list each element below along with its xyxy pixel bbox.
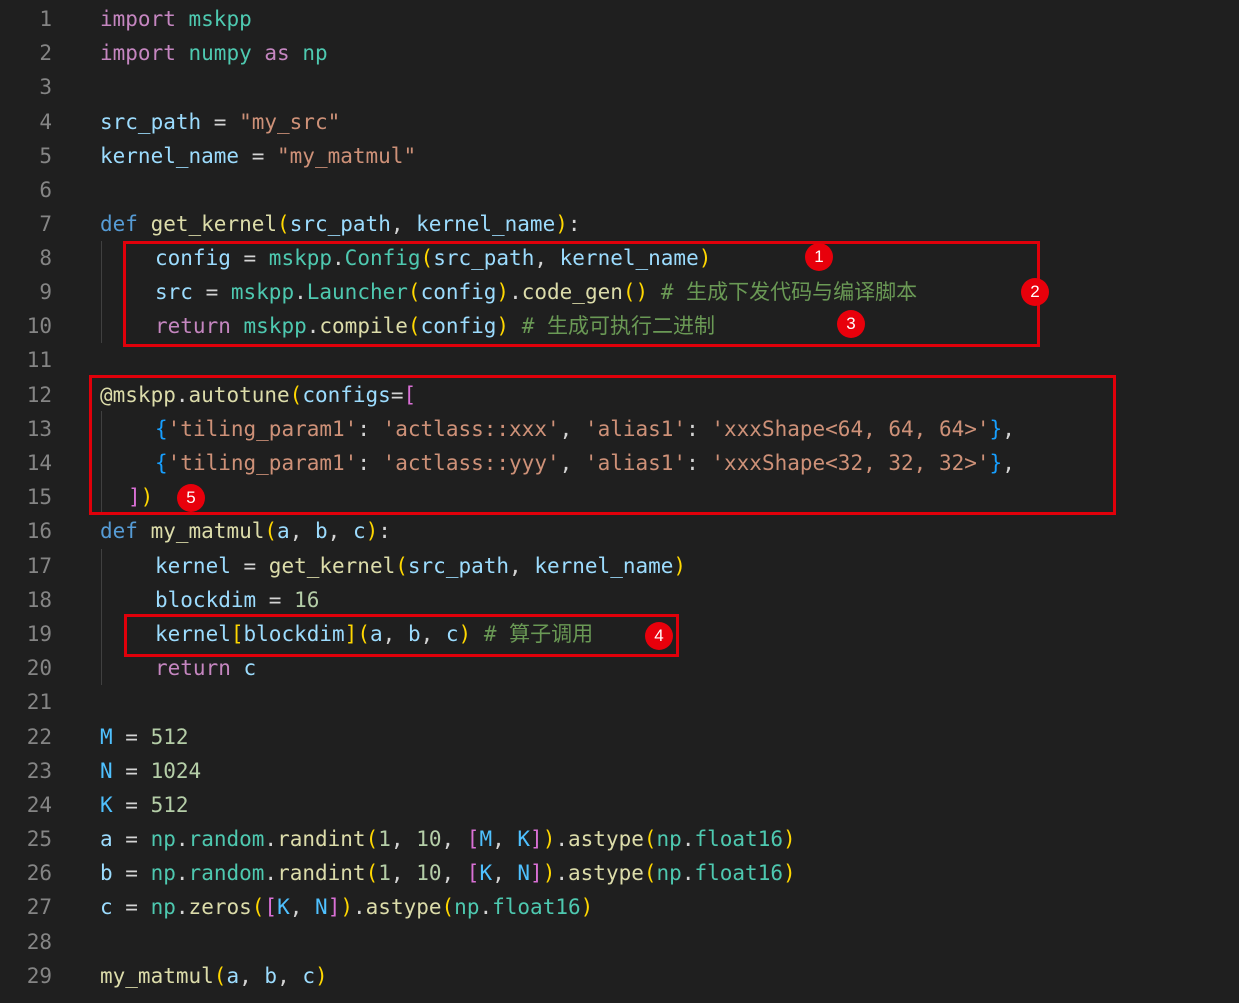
line-code[interactable]: M = 512 [100,720,189,754]
code-line: 17 kernel = get_kernel(src_path, kernel_… [0,549,1239,583]
line-code[interactable]: def my_matmul(a, b, c): [100,514,391,548]
code-line: 22 M = 512 [0,720,1239,754]
line-number: 21 [26,690,52,714]
line-code[interactable]: import numpy as np [100,36,328,70]
code-line: 18 blockdim = 16 [0,583,1239,617]
code-line: 11 [0,343,1239,377]
line-number: 11 [26,348,52,372]
line-code[interactable]: kernel_name = "my_matmul" [100,139,416,173]
line-number: 8 [39,246,52,270]
code-line: 29 my_matmul(a, b, c) [0,959,1239,993]
line-code[interactable]: a = np.random.randint(1, 10, [M, K]).ast… [100,822,796,856]
code-line: 16 def my_matmul(a, b, c): [0,514,1239,548]
line-number: 29 [26,964,52,988]
line-code[interactable]: b = np.random.randint(1, 10, [K, N]).ast… [100,856,796,890]
line-number: 20 [26,656,52,680]
code-line: 26 b = np.random.randint(1, 10, [K, N]).… [0,856,1239,890]
line-number: 1 [39,7,52,31]
line-code[interactable]: import mskpp [100,2,252,36]
line-number: 15 [26,485,52,509]
code-line: 3 [0,70,1239,104]
line-number: 3 [39,75,52,99]
code-line: 21 [0,685,1239,719]
line-number: 14 [26,451,52,475]
line-number: 2 [39,41,52,65]
code-line: 24 K = 512 [0,788,1239,822]
line-number: 22 [26,725,52,749]
line-number: 27 [26,895,52,919]
line-number: 19 [26,622,52,646]
line-number: 13 [26,417,52,441]
code-line: 1 import mskpp [0,2,1239,36]
line-number: 25 [26,827,52,851]
line-code[interactable]: src_path = "my_src" [100,105,340,139]
line-number: 12 [26,383,52,407]
line-number: 24 [26,793,52,817]
annotation-box-5 [89,375,1116,515]
line-number: 16 [26,519,52,543]
code-line: 23 N = 1024 [0,754,1239,788]
annotation-badge-4: 4 [645,622,673,650]
line-number: 28 [26,930,52,954]
annotation-badge-2: 2 [1021,278,1049,306]
line-code[interactable]: N = 1024 [100,754,201,788]
code-line: 25 a = np.random.randint(1, 10, [M, K]).… [0,822,1239,856]
code-line: 28 [0,925,1239,959]
annotation-box-4 [124,614,679,657]
annotation-badge-5: 5 [177,484,205,512]
code-line: 4 src_path = "my_src" [0,105,1239,139]
line-code[interactable]: my_matmul(a, b, c) [100,959,328,993]
keyword: import [100,7,176,31]
code-line: 5 kernel_name = "my_matmul" [0,139,1239,173]
annotation-badge-3: 3 [837,310,865,338]
line-number: 26 [26,861,52,885]
line-number: 5 [39,144,52,168]
line-number: 23 [26,759,52,783]
code-line: 2 import numpy as np [0,36,1239,70]
line-number: 7 [39,212,52,236]
line-number: 10 [26,314,52,338]
module-name: mskpp [188,7,252,31]
line-number: 17 [26,554,52,578]
line-code[interactable]: def get_kernel(src_path, kernel_name): [100,207,581,241]
annotation-badge-1: 1 [805,243,833,271]
line-code[interactable]: c = np.zeros([K, N]).astype(np.float16) [100,890,593,924]
line-number: 9 [39,280,52,304]
line-code[interactable]: K = 512 [100,788,189,822]
code-line: 6 [0,173,1239,207]
annotation-box-1-3 [123,241,1040,347]
line-number: 18 [26,588,52,612]
code-line: 27 c = np.zeros([K, N]).astype(np.float1… [0,890,1239,924]
code-editor[interactable]: 1 import mskpp 2 import numpy as np 3 4 … [0,0,1239,1003]
line-number: 6 [39,178,52,202]
code-line: 7 def get_kernel(src_path, kernel_name): [0,207,1239,241]
line-code[interactable]: blockdim = 16 [155,583,319,617]
line-code[interactable]: kernel = get_kernel(src_path, kernel_nam… [155,549,686,583]
line-number: 4 [39,110,52,134]
